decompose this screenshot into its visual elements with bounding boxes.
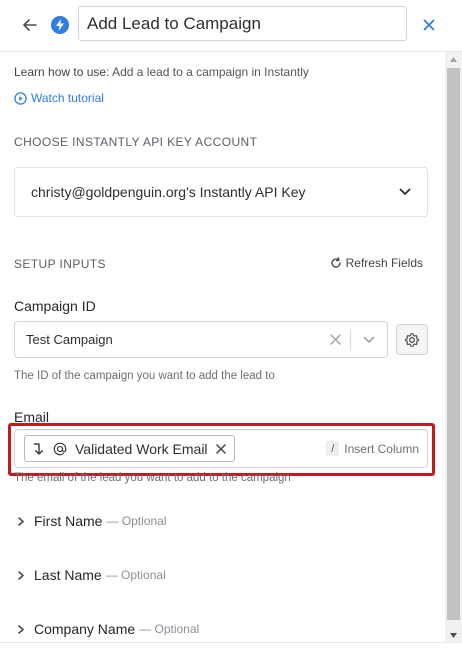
- chip-label: Validated Work Email: [75, 440, 208, 457]
- campaign-id-select[interactable]: Test Campaign: [14, 321, 388, 358]
- email-help: The email of the lead you want to add to…: [14, 472, 291, 484]
- campaign-id-value: Test Campaign: [26, 332, 113, 347]
- bottom-divider: [0, 642, 462, 643]
- clear-icon: [329, 334, 341, 345]
- gear-icon: [404, 332, 420, 347]
- arrow-left-icon: [23, 19, 37, 31]
- insert-column-button[interactable]: / Insert Column: [326, 441, 419, 456]
- optional-tag: — Optional: [105, 568, 166, 582]
- step-config-panel: Learn how to use: Add a lead to a campai…: [0, 52, 445, 642]
- field-name: Last Name: [34, 567, 102, 583]
- optional-field-first-name[interactable]: First Name — Optional: [18, 513, 166, 529]
- scroll-up-arrow-icon[interactable]: [445, 52, 462, 66]
- remove-chip-button[interactable]: [215, 443, 226, 454]
- refresh-icon: [330, 257, 341, 268]
- optional-field-company-name[interactable]: Company Name — Optional: [18, 621, 199, 637]
- close-icon: [215, 443, 226, 454]
- column-chip[interactable]: Validated Work Email: [24, 435, 235, 462]
- api-key-account-select[interactable]: christy@goldpenguin.org's Instantly API …: [14, 167, 428, 217]
- close-button[interactable]: [420, 15, 438, 35]
- email-input[interactable]: Validated Work Email / Insert Column: [14, 429, 428, 468]
- clear-campaign-button[interactable]: [320, 322, 350, 357]
- chevron-right-icon: [18, 516, 28, 526]
- instantly-bolt-icon: [51, 16, 69, 34]
- selected-account: christy@goldpenguin.org's Instantly API …: [31, 184, 306, 200]
- learn-prefix: Learn how to use:: [14, 65, 110, 79]
- slash-shortcut: /: [326, 441, 340, 456]
- chevron-right-icon: [18, 624, 28, 634]
- campaign-id-help: The ID of the campaign you want to add t…: [14, 370, 275, 382]
- campaign-settings-button[interactable]: [396, 324, 428, 355]
- account-section-title: CHOOSE INSTANTLY API KEY ACCOUNT: [14, 135, 258, 149]
- learn-description: Add a lead to a campaign in Instantly: [112, 65, 309, 79]
- column-reference-icon: [33, 442, 43, 455]
- learn-text: Learn how to use: Add a lead to a campai…: [14, 65, 309, 79]
- close-icon: [423, 19, 435, 31]
- optional-field-last-name[interactable]: Last Name — Optional: [18, 567, 166, 583]
- chevron-right-icon: [18, 570, 28, 580]
- step-title-input[interactable]: [78, 6, 407, 41]
- optional-tag: — Optional: [106, 514, 167, 528]
- chevron-down-icon: [399, 188, 411, 195]
- play-circle-icon: [14, 91, 27, 105]
- field-name: Company Name: [34, 621, 136, 637]
- campaign-dropdown-toggle[interactable]: [351, 322, 387, 357]
- vertical-scrollbar[interactable]: [445, 52, 462, 642]
- panel-header: [0, 0, 462, 50]
- watch-tutorial-label: Watch tutorial: [31, 91, 104, 105]
- optional-tag: — Optional: [139, 622, 200, 636]
- refresh-fields-label: Refresh Fields: [345, 256, 423, 270]
- chevron-down-icon: [363, 336, 375, 343]
- watch-tutorial-link[interactable]: Watch tutorial: [14, 91, 104, 105]
- setup-section-title: SETUP INPUTS: [14, 257, 106, 271]
- scroll-down-arrow-icon[interactable]: [445, 628, 462, 642]
- campaign-id-label: Campaign ID: [14, 298, 96, 314]
- field-name: First Name: [34, 513, 103, 529]
- back-button[interactable]: [20, 14, 40, 36]
- scroll-thumb[interactable]: [447, 68, 460, 620]
- insert-column-label: Insert Column: [344, 441, 419, 456]
- refresh-fields-button[interactable]: Refresh Fields: [330, 256, 423, 270]
- at-sign-icon: [53, 442, 67, 455]
